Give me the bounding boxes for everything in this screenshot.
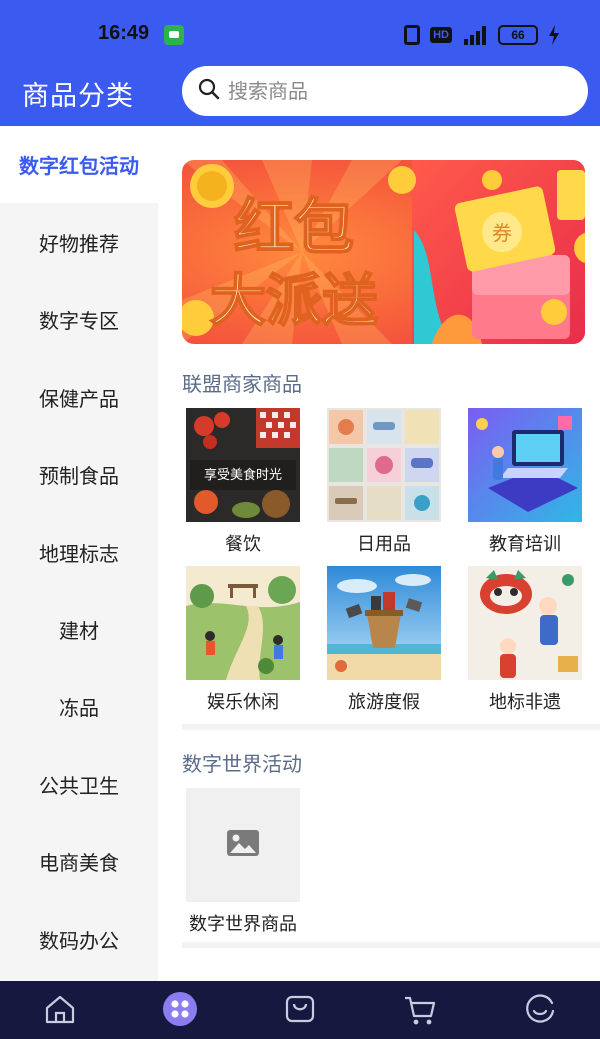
image-placeholder xyxy=(186,788,300,902)
category-label: 餐饮 xyxy=(225,534,261,555)
category-icon xyxy=(162,991,198,1027)
main-content: 券 红包 大派送 联盟商家商品 享受美食时光 餐饮 日用品 教育培训 娱乐休闲 … xyxy=(158,126,600,981)
signal-icon xyxy=(462,25,488,45)
sidebar-item-geo-indication[interactable]: 地理标志 xyxy=(0,514,158,591)
bottom-tab-bar xyxy=(0,981,600,1039)
status-time: 16:49 xyxy=(98,22,150,44)
page-title: 商品分类 xyxy=(22,81,134,112)
sidebar-item-digital-red-packet[interactable]: 数字红包活动 xyxy=(0,126,158,203)
sidebar-item-building-materials[interactable]: 建材 xyxy=(0,591,158,668)
category-sidebar: 数字红包活动 好物推荐 数字专区 保健产品 预制食品 地理标志 建材 冻品 公共… xyxy=(0,126,158,981)
category-item-travel[interactable]: 旅游度假 xyxy=(327,566,441,716)
home-icon xyxy=(42,991,78,1027)
banner-title-line1: 红包 xyxy=(234,193,354,263)
travel-image xyxy=(327,566,441,680)
search-input[interactable] xyxy=(228,79,568,103)
category-label: 数字世界商品 xyxy=(189,914,297,935)
tab-cart[interactable] xyxy=(360,981,480,1039)
status-icons: HD 66 xyxy=(404,22,560,48)
header: 16:49 HD 66 商品分类 xyxy=(0,0,600,126)
digital-world-item[interactable]: 数字世界商品 xyxy=(186,788,300,938)
cart-icon xyxy=(402,991,438,1027)
sidebar-item-ecommerce-food[interactable]: 电商美食 xyxy=(0,823,158,900)
app-screen: 16:49 HD 66 商品分类 搜索商品 数字红包活动 好物推荐 数字专区 保… xyxy=(0,0,600,1039)
heritage-image xyxy=(468,566,582,680)
red-packet-banner[interactable]: 券 红包 大派送 xyxy=(182,160,585,344)
search-box[interactable] xyxy=(182,66,588,116)
food-image: 享受美食时光 xyxy=(186,408,300,522)
battery-icon: 66 xyxy=(498,25,538,45)
category-label: 娱乐休闲 xyxy=(207,692,279,713)
category-item-daily-goods[interactable]: 日用品 xyxy=(327,408,441,558)
food-image-overlay-text: 享受美食时光 xyxy=(204,467,282,483)
status-bar: 16:49 HD 66 xyxy=(0,0,600,66)
sidebar-item-public-health[interactable]: 公共卫生 xyxy=(0,746,158,823)
leisure-image xyxy=(186,566,300,680)
daily-goods-image xyxy=(327,408,441,522)
section-title-digital-world: 数字世界活动 xyxy=(182,752,302,776)
profile-icon xyxy=(522,991,558,1027)
hd-icon: HD xyxy=(430,27,452,43)
section-divider xyxy=(182,942,600,948)
banner-title-line2: 大派送 xyxy=(210,269,378,334)
category-label: 教育培训 xyxy=(489,534,561,555)
sidebar-item-digital-office[interactable]: 数码办公 xyxy=(0,901,158,978)
tab-profile[interactable] xyxy=(480,981,600,1039)
category-label: 地标非遗 xyxy=(489,692,561,713)
category-label: 日用品 xyxy=(357,534,411,555)
category-item-dining[interactable]: 享受美食时光 餐饮 xyxy=(186,408,300,558)
charging-icon xyxy=(548,25,560,45)
category-item-heritage[interactable]: 地标非遗 xyxy=(468,566,582,716)
image-placeholder-icon xyxy=(226,829,260,861)
tab-category[interactable] xyxy=(120,981,240,1039)
shopping-bag-icon xyxy=(282,991,318,1027)
education-image xyxy=(468,408,582,522)
nfc-icon xyxy=(404,25,421,45)
sidebar-item-frozen-goods[interactable]: 冻品 xyxy=(0,668,158,745)
section-title-alliance: 联盟商家商品 xyxy=(182,372,302,396)
category-item-education[interactable]: 教育培训 xyxy=(468,408,582,558)
search-icon xyxy=(198,78,220,104)
sidebar-item-digital-zone[interactable]: 数字专区 xyxy=(0,281,158,358)
sidebar-item-health-products[interactable]: 保健产品 xyxy=(0,359,158,436)
sidebar-item-recommended[interactable]: 好物推荐 xyxy=(0,204,158,281)
tab-shop[interactable] xyxy=(240,981,360,1039)
category-item-leisure[interactable]: 娱乐休闲 xyxy=(186,566,300,716)
category-label: 旅游度假 xyxy=(348,692,420,713)
tab-home[interactable] xyxy=(0,981,120,1039)
section-divider xyxy=(182,724,600,730)
message-notification-icon xyxy=(164,25,184,45)
sidebar-item-prepared-food[interactable]: 预制食品 xyxy=(0,436,158,513)
coupon-text: 券 xyxy=(492,221,512,245)
